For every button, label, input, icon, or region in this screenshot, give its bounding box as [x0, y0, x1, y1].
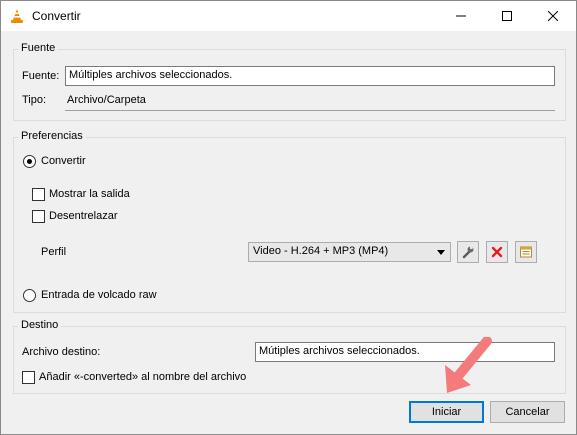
delete-profile-button[interactable]: [486, 241, 508, 263]
append-converted-checkbox[interactable]: [22, 371, 35, 384]
destination-file-field[interactable]: Mútiples archivos seleccionados.: [255, 342, 555, 362]
type-label: Tipo:: [22, 94, 47, 106]
chevron-down-icon: [437, 250, 445, 255]
cancel-button[interactable]: Cancelar: [490, 401, 565, 423]
source-group-title: Fuente: [18, 42, 59, 54]
new-profile-icon: [520, 246, 532, 258]
destination-group-title: Destino: [18, 319, 62, 331]
profile-select[interactable]: Video - H.264 + MP3 (MP4): [248, 242, 451, 262]
close-icon: [548, 11, 558, 21]
show-output-label[interactable]: Mostrar la salida: [49, 188, 130, 200]
raw-dump-label[interactable]: Entrada de volcado raw: [41, 289, 157, 301]
maximize-button[interactable]: [484, 1, 530, 31]
edit-profile-button[interactable]: [457, 241, 479, 263]
source-field[interactable]: Múltiples archivos seleccionados.: [65, 66, 555, 86]
deinterlace-checkbox[interactable]: [32, 210, 45, 223]
preferences-group-title: Preferencias: [18, 130, 86, 142]
type-value: Archivo/Carpeta: [67, 94, 146, 106]
wrench-icon: [462, 246, 474, 259]
destination-file-label: Archivo destino:: [22, 346, 101, 358]
deinterlace-label[interactable]: Desentrelazar: [49, 210, 117, 222]
title-bar: Convertir: [1, 1, 576, 31]
raw-dump-radio[interactable]: [23, 289, 36, 302]
profile-select-value: Video - H.264 + MP3 (MP4): [253, 245, 389, 257]
source-divider: [65, 110, 555, 111]
preferences-group: Preferencias: [13, 130, 566, 313]
show-output-checkbox[interactable]: [32, 188, 45, 201]
new-profile-button[interactable]: [515, 241, 537, 263]
convert-label[interactable]: Convertir: [41, 155, 86, 167]
delete-icon: [491, 246, 503, 258]
start-button[interactable]: Iniciar: [409, 401, 484, 423]
minimize-button[interactable]: [438, 1, 484, 31]
append-converted-label[interactable]: Añadir «-converted» al nombre del archiv…: [39, 371, 246, 383]
convert-dialog: Convertir Fuente Fuente: Múltiples archi…: [0, 0, 577, 435]
radio-dot: [27, 159, 32, 164]
maximize-icon: [502, 11, 512, 21]
window-title: Convertir: [32, 9, 81, 23]
source-label: Fuente:: [22, 70, 60, 82]
profile-label: Perfil: [41, 246, 67, 258]
minimize-icon: [456, 15, 466, 17]
close-button[interactable]: [530, 1, 576, 31]
convert-radio[interactable]: [23, 155, 36, 168]
vlc-cone-icon: [9, 8, 25, 24]
pointer-arrow-icon: [445, 337, 492, 393]
